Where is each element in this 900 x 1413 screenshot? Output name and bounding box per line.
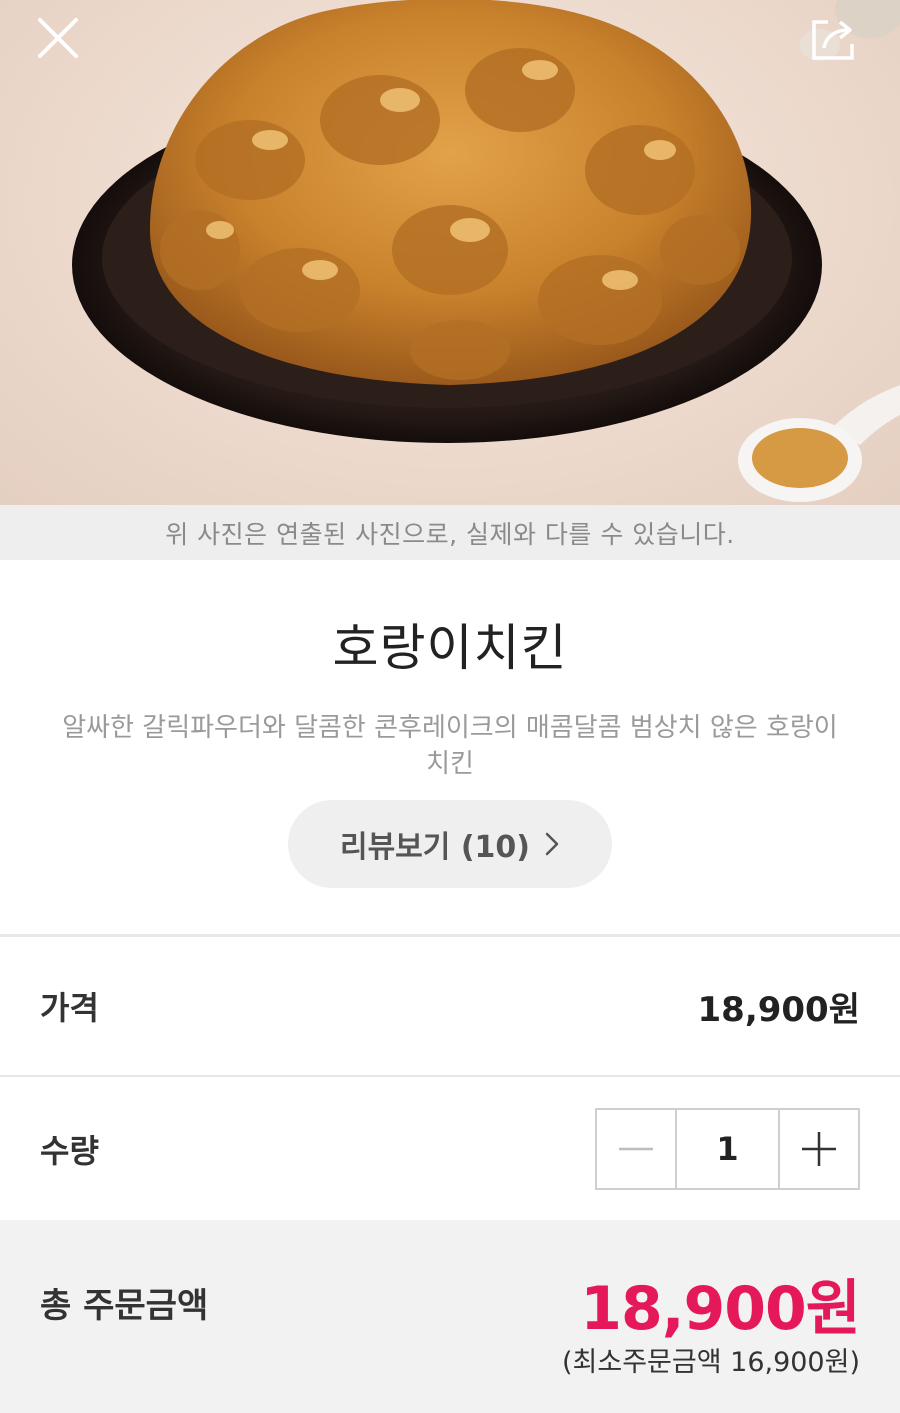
- close-icon: [38, 18, 78, 58]
- review-count: (10): [460, 830, 531, 865]
- total-amount: 18,900원: [580, 1274, 861, 1344]
- close-button[interactable]: [34, 14, 94, 74]
- chevron-right-icon: [545, 832, 559, 856]
- price-value: 18,900원: [697, 989, 860, 1030]
- increment-button[interactable]: [780, 1110, 858, 1188]
- menu-description: 알싸한 갈릭파우더와 달콤한 콘후레이크의 매콤달콤 범상치 않은 호랑이치킨: [62, 713, 838, 779]
- quantity-value: 1: [675, 1109, 780, 1188]
- decrement-button[interactable]: [597, 1110, 675, 1188]
- minus-icon: [619, 1147, 653, 1150]
- total-label: 총 주문금액: [40, 1286, 209, 1326]
- quantity-stepper: 1: [595, 1107, 860, 1190]
- share-icon: [812, 20, 854, 60]
- photo-disclaimer: 위 사진은 연출된 사진으로, 실제와 다를 수 있습니다.: [0, 505, 900, 560]
- quantity-row: 수량 1: [0, 1077, 900, 1220]
- share-button[interactable]: [808, 14, 868, 74]
- quantity-label: 수량: [40, 1131, 99, 1170]
- review-button[interactable]: 리뷰보기 (10): [288, 800, 612, 888]
- price-row: 가격 18,900원: [0, 937, 900, 1075]
- order-total-section: 총 주문금액 18,900원 (최소주문금액 16,900원): [0, 1220, 900, 1413]
- menu-photo: [0, 0, 900, 505]
- minimum-order-note: (최소주문금액 16,900원): [561, 1347, 860, 1378]
- fried-chicken-illustration: [72, 0, 900, 502]
- plus-icon: [802, 1131, 836, 1166]
- menu-info: 호랑이치킨 알싸한 갈릭파우더와 달콤한 콘후레이크의 매콤달콤 범상치 않은 …: [0, 560, 900, 935]
- price-label: 가격: [40, 989, 99, 1027]
- menu-title: 호랑이치킨: [332, 619, 568, 677]
- review-button-label: 리뷰보기: [339, 830, 451, 865]
